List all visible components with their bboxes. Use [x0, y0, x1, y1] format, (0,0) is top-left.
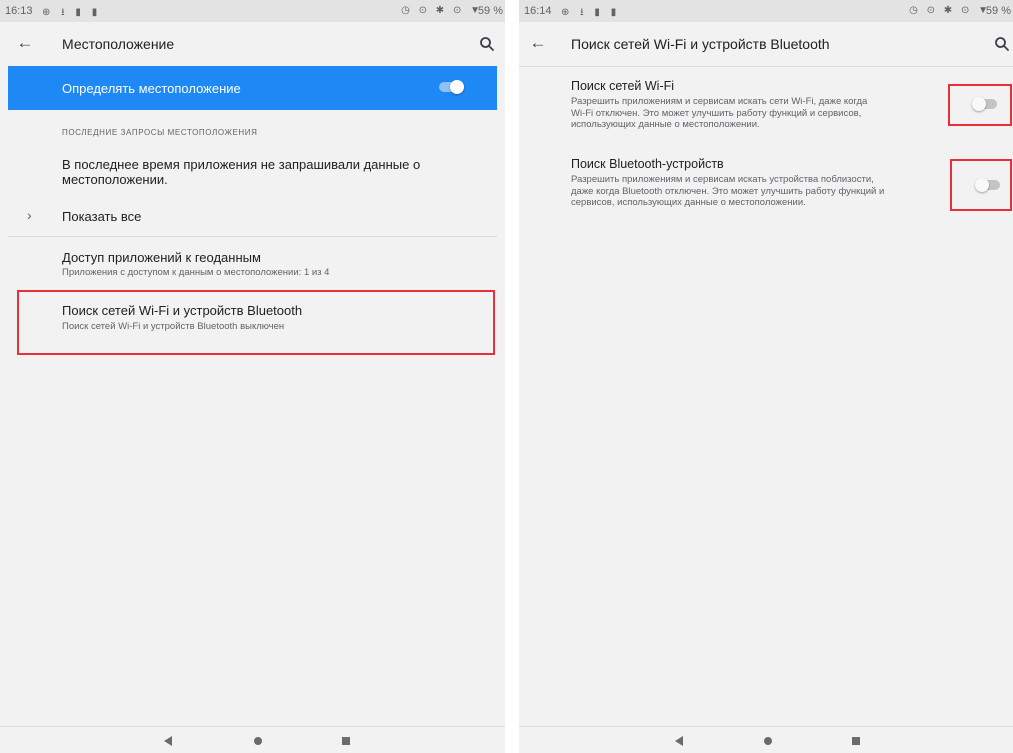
system-status-icons: ◷ ⊙ ✱ ⊙ ▼ [401, 5, 483, 16]
notification-icons: ⊕ ⭳ ▮ ▮ [42, 7, 102, 18]
app-access-title: Доступ приложений к геоданным [62, 250, 261, 265]
nav-recents-icon[interactable] [342, 737, 350, 745]
wifi-scanning-summary-line3: использующих данные о местоположении. [571, 119, 760, 130]
bluetooth-scanning-summary-line1: Разрешить приложениям и сервисам искать … [571, 174, 874, 185]
system-status-icons: ◷ ⊙ ✱ ⊙ ▼ [909, 5, 991, 16]
bluetooth-scanning-summary-line2: даже когда Bluetooth отключен. Это может… [571, 185, 885, 197]
bluetooth-scanning-row[interactable]: Поиск Bluetooth-устройств Разрешить прил… [519, 150, 1013, 230]
navigation-bar [0, 726, 505, 753]
page-title: Поиск сетей Wi-Fi и устройств Bluetooth [571, 36, 830, 52]
nav-back-icon[interactable] [164, 736, 172, 746]
nav-recents-icon[interactable] [852, 737, 860, 745]
divider [8, 236, 497, 237]
bluetooth-scanning-summary-line3: сервисов, использующих данные о местопол… [571, 197, 806, 208]
battery-percent: 59 % [985, 5, 1011, 17]
app-bar: ← Местоположение [0, 22, 505, 66]
divider [519, 66, 1013, 67]
notification-icons: ⊕ ⭳ ▮ ▮ [561, 7, 621, 18]
arrow-back-icon[interactable]: ← [527, 32, 549, 54]
wifi-scanning-summary-line2: Wi-Fi отключен. Это может улучшить работ… [571, 107, 862, 119]
use-location-toggle[interactable] [439, 80, 464, 94]
status-time: 16:14 [524, 5, 552, 17]
search-icon[interactable] [993, 35, 1011, 53]
wifi-scanning-summary-line1: Разрешить приложениям и сервисам искать … [571, 96, 868, 107]
nav-back-icon[interactable] [675, 736, 683, 746]
status-bar: 16:13 ⊕ ⭳ ▮ ▮ ◷ ⊙ ✱ ⊙ ▼ 59 % [0, 0, 505, 22]
search-icon[interactable] [478, 35, 496, 53]
no-recent-requests-line1: В последнее время приложения не запрашив… [62, 157, 421, 172]
show-all-label: Показать все [62, 209, 142, 224]
highlight-box [948, 84, 1012, 126]
toggle-knob [450, 80, 464, 94]
no-recent-requests-line2: местоположении. [62, 172, 168, 187]
page-title: Местоположение [62, 36, 175, 52]
battery-percent: 59 % [477, 5, 503, 17]
status-bar: 16:14 ⊕ ⭳ ▮ ▮ ◷ ⊙ ✱ ⊙ ▼ 59 % [519, 0, 1013, 22]
app-location-access-row[interactable]: Доступ приложений к геоданным Приложения… [8, 240, 497, 286]
status-time: 16:13 [5, 5, 33, 17]
highlight-box [17, 290, 495, 355]
use-location-switch-row[interactable]: Определять местоположение [8, 66, 497, 110]
arrow-back-icon[interactable]: ← [14, 32, 36, 54]
recent-requests-header: ПОСЛЕДНИЕ ЗАПРОСЫ МЕСТОПОЛОЖЕНИЯ [62, 128, 258, 137]
show-all-row[interactable]: › Показать все [8, 198, 497, 234]
location-settings-screen: 16:13 ⊕ ⭳ ▮ ▮ ◷ ⊙ ✱ ⊙ ▼ 59 % ← Местополо… [0, 0, 505, 753]
nav-home-icon[interactable] [254, 737, 262, 745]
app-bar: ← Поиск сетей Wi-Fi и устройств Bluetoot… [519, 22, 1013, 66]
navigation-bar [519, 726, 1013, 753]
wifi-scanning-title: Поиск сетей Wi-Fi [571, 79, 675, 93]
highlight-box [950, 159, 1012, 211]
app-access-summary: Приложения с доступом к данным о местопо… [62, 267, 330, 278]
bluetooth-scanning-title: Поиск Bluetooth-устройств [571, 157, 724, 171]
chevron-right-icon: › [27, 207, 32, 223]
use-location-label: Определять местоположение [62, 81, 241, 96]
nav-home-icon[interactable] [764, 737, 772, 745]
wifi-scanning-row[interactable]: Поиск сетей Wi-Fi Разрешить приложениям … [519, 72, 1013, 142]
scanning-settings-screen: 16:14 ⊕ ⭳ ▮ ▮ ◷ ⊙ ✱ ⊙ ▼ 59 % ← Поиск сет… [519, 0, 1013, 753]
